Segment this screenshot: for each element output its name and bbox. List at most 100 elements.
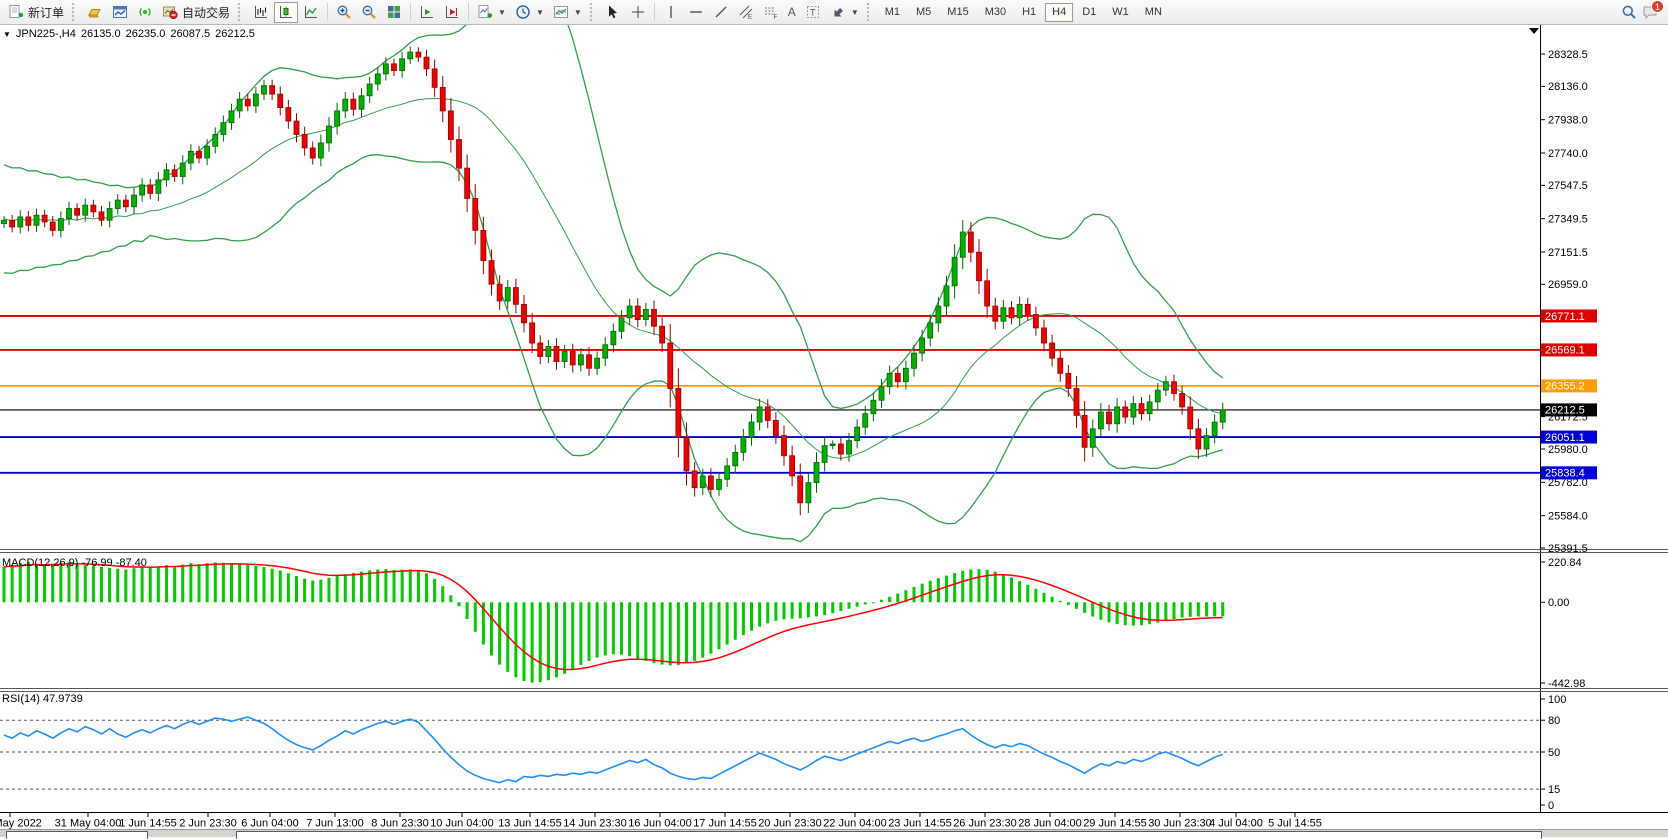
- vertical-line-icon: [663, 4, 679, 20]
- auto-trading-button[interactable]: 自动交易: [158, 2, 234, 23]
- price-scale[interactable]: 28328.528136.027938.027740.027547.527349…: [1541, 49, 1598, 812]
- new-order-icon: [8, 4, 24, 20]
- chart-shift-button[interactable]: [440, 2, 464, 23]
- rsi-pane: [0, 717, 1540, 789]
- tab-W1[interactable]: W1: [1105, 3, 1136, 22]
- crosshair-button[interactable]: [626, 2, 650, 23]
- line-chart-icon: [303, 4, 319, 20]
- svg-text:E: E: [748, 15, 752, 21]
- bar-chart-button[interactable]: [249, 2, 273, 23]
- chart-canvas[interactable]: 28328.528136.027938.027740.027547.527349…: [0, 25, 1668, 829]
- svg-text:26355.2: 26355.2: [1545, 381, 1585, 393]
- svg-text:-442.98: -442.98: [1548, 678, 1585, 690]
- chart-menu-arrow-icon[interactable]: ▼: [3, 30, 11, 39]
- tab-H4[interactable]: H4: [1045, 3, 1073, 22]
- horizontal-line-button[interactable]: [684, 2, 708, 23]
- rsi-line: [4, 717, 1223, 783]
- bottom-window-tab[interactable]: [6, 831, 148, 839]
- svg-text:17 Jun 14:55: 17 Jun 14:55: [693, 818, 757, 830]
- svg-text:6 Jun 04:00: 6 Jun 04:00: [241, 818, 299, 830]
- svg-text:27938.0: 27938.0: [1548, 114, 1588, 126]
- new-order-button[interactable]: 新订单: [4, 2, 68, 23]
- svg-text:26051.1: 26051.1: [1545, 432, 1585, 444]
- new-chart-window-button[interactable]: [108, 2, 132, 23]
- toolbar-drag-handle[interactable]: [590, 3, 597, 21]
- svg-text:25391.5: 25391.5: [1548, 543, 1588, 555]
- crosshair-icon: [630, 4, 646, 20]
- svg-text:29 Jun 14:55: 29 Jun 14:55: [1083, 818, 1147, 830]
- cursor-icon: [605, 4, 621, 20]
- new-chart-window-icon: [112, 4, 128, 20]
- vertical-line-button[interactable]: [659, 2, 683, 23]
- auto-trading-icon: [162, 4, 178, 20]
- zoom-out-button[interactable]: [357, 2, 381, 23]
- new-order-label: 新订单: [28, 4, 64, 21]
- arrows-button[interactable]: ▼: [826, 2, 863, 23]
- tab-H1[interactable]: H1: [1015, 3, 1043, 22]
- svg-text:4 Jul 04:00: 4 Jul 04:00: [1209, 818, 1263, 830]
- svg-text:26212.5: 26212.5: [1545, 405, 1585, 417]
- svg-text:25980.0: 25980.0: [1548, 444, 1588, 456]
- svg-text:220.84: 220.84: [1548, 557, 1582, 569]
- fibonacci-button[interactable]: F: [759, 2, 783, 23]
- bollinger-middle-band: [4, 99, 1223, 459]
- dropdown-caret-icon: ▼: [574, 8, 582, 17]
- toolbar-drag-handle[interactable]: [238, 3, 245, 21]
- dropdown-caret-icon: ▼: [498, 8, 506, 17]
- signals-button[interactable]: [133, 2, 157, 23]
- equidistant-channel-button[interactable]: E: [734, 2, 758, 23]
- scale-marker-icon: [1529, 28, 1539, 34]
- templates-button[interactable]: ▼: [549, 2, 586, 23]
- svg-text:27740.0: 27740.0: [1548, 148, 1588, 160]
- text-label-button[interactable]: T: [801, 2, 825, 23]
- cursor-button[interactable]: [601, 2, 625, 23]
- zoom-in-button[interactable]: [332, 2, 356, 23]
- tile-windows-button[interactable]: [382, 2, 406, 23]
- svg-text:26569.1: 26569.1: [1545, 345, 1585, 357]
- tab-M1[interactable]: M1: [878, 3, 907, 22]
- search-button[interactable]: [1617, 2, 1641, 23]
- svg-text:50: 50: [1548, 747, 1560, 759]
- indicator-add-button[interactable]: ▼: [473, 2, 510, 23]
- zoom-in-icon: [336, 4, 352, 20]
- svg-text:13 Jun 14:55: 13 Jun 14:55: [498, 818, 562, 830]
- chart-close-value: 26212.5: [215, 28, 255, 40]
- svg-text:28328.5: 28328.5: [1548, 49, 1588, 61]
- text-tool-glyph: A: [788, 5, 796, 19]
- chart-shift-icon: [444, 4, 460, 20]
- candlestick-chart-button[interactable]: [274, 2, 298, 23]
- main-toolbar: 新订单 自动交易 ▼ ▼ ▼ E F A T ▼ M1M5M15M30H1H4D…: [0, 0, 1668, 25]
- chat-button[interactable]: 1: [1642, 4, 1658, 20]
- periods-button[interactable]: ▼: [511, 2, 548, 23]
- auto-scroll-button[interactable]: [415, 2, 439, 23]
- toolbar-drag-handle[interactable]: [72, 3, 79, 21]
- trend-line-button[interactable]: [709, 2, 733, 23]
- time-scale[interactable]: 29 May 202231 May 04:001 Jun 14:552 Jun …: [0, 813, 1322, 830]
- market-watch-button[interactable]: [83, 2, 107, 23]
- tab-MN[interactable]: MN: [1138, 3, 1169, 22]
- tab-M15[interactable]: M15: [940, 3, 975, 22]
- svg-text:27349.5: 27349.5: [1548, 213, 1588, 225]
- chart-header: ▼ JPN225-,H4 26135.0 26235.0 26087.5 262…: [3, 28, 255, 40]
- tab-M30[interactable]: M30: [978, 3, 1013, 22]
- svg-text:28136.0: 28136.0: [1548, 81, 1588, 93]
- indicator-add-icon: [477, 4, 493, 20]
- svg-text:7 Jun 13:00: 7 Jun 13:00: [306, 818, 364, 830]
- bottom-window-edge: [0, 829, 1668, 837]
- toolbar-drag-handle[interactable]: [867, 3, 874, 21]
- svg-text:T: T: [810, 8, 816, 18]
- svg-text:30 Jun 23:30: 30 Jun 23:30: [1148, 818, 1212, 830]
- bottom-window-tab[interactable]: [236, 831, 1542, 839]
- tab-M5[interactable]: M5: [909, 3, 938, 22]
- svg-text:14 Jun 23:30: 14 Jun 23:30: [563, 818, 627, 830]
- svg-text:27151.5: 27151.5: [1548, 247, 1588, 259]
- tab-D1[interactable]: D1: [1075, 3, 1103, 22]
- candlestick-chart-icon: [278, 4, 294, 20]
- svg-text:2 Jun 23:30: 2 Jun 23:30: [179, 818, 237, 830]
- svg-text:80: 80: [1548, 715, 1560, 727]
- line-chart-button[interactable]: [299, 2, 323, 23]
- equidistant-channel-icon: E: [738, 4, 754, 20]
- dropdown-caret-icon: ▼: [851, 8, 859, 17]
- text-button[interactable]: A: [784, 2, 800, 23]
- svg-text:23 Jun 14:55: 23 Jun 14:55: [888, 818, 952, 830]
